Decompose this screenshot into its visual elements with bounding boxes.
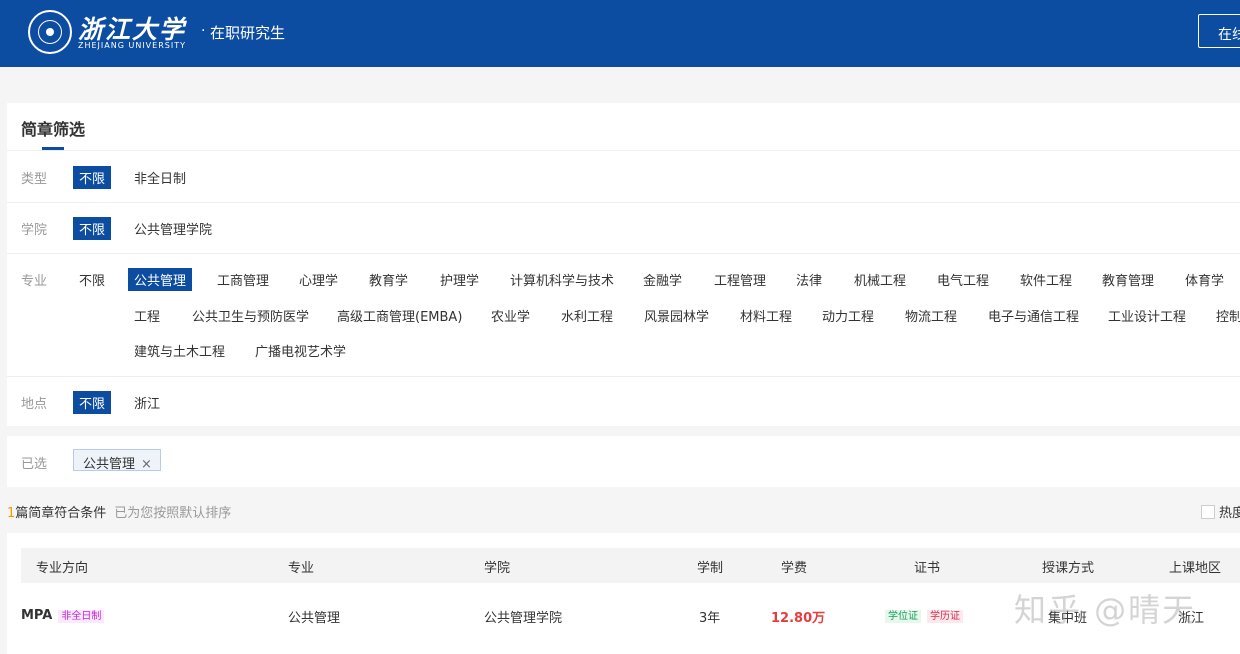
online-button[interactable]: 在线 (1198, 14, 1240, 48)
major-option[interactable]: 公共卫生与预防医学 (192, 306, 309, 325)
row-certificates: 学位证 学历证 (879, 607, 963, 623)
zju-emblem-icon[interactable] (28, 10, 72, 54)
type-label: 类型 (21, 172, 48, 187)
row-direction[interactable]: MPA 非全日制 (21, 607, 105, 623)
major-option[interactable]: 动力工程 (822, 306, 874, 325)
location-label: 地点 (21, 397, 48, 412)
column-header: 上课地区 (1169, 561, 1222, 576)
major-option[interactable]: 风景园林学 (644, 306, 709, 325)
header-separator: · (201, 23, 206, 39)
type-option-all[interactable]: 不限 (73, 166, 112, 189)
site-header: 浙江大学 ZHEJIANG UNIVERSITY · 在职研究生 在线 (0, 0, 1240, 67)
major-option[interactable]: 材料工程 (740, 306, 792, 325)
popularity-checkbox[interactable] (1201, 505, 1215, 519)
selected-filters-row (7, 436, 1240, 487)
major-option[interactable]: 电气工程 (937, 270, 989, 289)
filter-title: 简章筛选 (21, 120, 86, 139)
column-header: 专业 (288, 561, 315, 576)
selected-tag[interactable]: 公共管理 × (73, 449, 161, 472)
selected-tag-label: 公共管理 (83, 457, 136, 472)
major-option[interactable]: 教育管理 (1102, 270, 1154, 289)
divider (7, 253, 1240, 254)
major-option[interactable]: 金融学 (643, 270, 682, 289)
major-option[interactable]: 工程 (134, 306, 160, 325)
column-header: 学制 (697, 561, 724, 576)
logo-en: ZHEJIANG UNIVERSITY (78, 41, 186, 50)
divider (7, 150, 1240, 151)
row-college: 公共管理学院 (484, 611, 563, 626)
major-option-selected[interactable]: 公共管理 (128, 268, 193, 291)
college-label: 学院 (21, 223, 48, 238)
row-major: 公共管理 (288, 611, 341, 626)
direction-name[interactable]: MPA (21, 608, 52, 623)
column-header: 证书 (914, 561, 941, 576)
major-option[interactable]: 物流工程 (905, 306, 957, 325)
major-option[interactable]: 农业学 (491, 306, 530, 325)
degree-cert-badge: 学位证 (885, 610, 921, 623)
major-option[interactable]: 法律 (796, 270, 822, 289)
location-option-zhejiang[interactable]: 浙江 (134, 393, 160, 412)
location-option-all[interactable]: 不限 (73, 391, 112, 414)
sort-by-popularity[interactable]: 热度 (1201, 502, 1240, 521)
major-option[interactable]: 控制 (1216, 306, 1240, 325)
major-option[interactable]: 工程管理 (714, 270, 766, 289)
popularity-label: 热度 (1219, 506, 1240, 521)
selected-label: 已选 (21, 457, 48, 472)
major-option[interactable]: 软件工程 (1020, 270, 1072, 289)
type-option-parttime[interactable]: 非全日制 (134, 168, 186, 187)
column-header: 学费 (781, 561, 808, 576)
result-text: 篇简章符合条件 (15, 506, 107, 521)
header-title: 在职研究生 (210, 24, 286, 42)
major-option[interactable]: 建筑与土木工程 (134, 341, 225, 360)
major-option[interactable]: 水利工程 (561, 306, 613, 325)
major-option[interactable]: 计算机科学与技术 (510, 270, 614, 289)
sort-hint: 已为您按照默认排序 (114, 506, 232, 521)
row-fee: 12.80万 (771, 611, 826, 626)
major-label: 专业 (21, 274, 48, 289)
major-option[interactable]: 体育学 (1185, 270, 1224, 289)
result-summary: 1篇简章符合条件 已为您按照默认排序 (7, 502, 231, 521)
diploma-cert-badge: 学历证 (927, 610, 963, 623)
filter-panel (7, 103, 1240, 426)
divider (7, 202, 1240, 203)
zhihu-watermark: 知乎 @晴天 (1014, 591, 1197, 629)
major-option[interactable]: 机械工程 (854, 270, 906, 289)
major-option[interactable]: 不限 (79, 270, 105, 289)
divider (7, 376, 1240, 377)
major-option[interactable]: 心理学 (299, 270, 338, 289)
major-option[interactable]: 工商管理 (217, 270, 269, 289)
college-option-all[interactable]: 不限 (73, 217, 112, 240)
column-header: 授课方式 (1042, 561, 1095, 576)
close-icon[interactable]: × (141, 457, 152, 472)
major-option[interactable]: 广播电视艺术学 (255, 341, 346, 360)
column-header: 学院 (484, 561, 511, 576)
major-option[interactable]: 高级工商管理(EMBA) (337, 306, 462, 325)
row-duration: 3年 (699, 611, 721, 626)
major-option[interactable]: 电子与通信工程 (988, 306, 1079, 325)
study-type-badge: 非全日制 (58, 610, 105, 623)
college-option-public-admin[interactable]: 公共管理学院 (134, 219, 212, 238)
major-option[interactable]: 护理学 (440, 270, 479, 289)
column-header: 专业方向 (36, 561, 89, 576)
major-option[interactable]: 工业设计工程 (1108, 306, 1186, 325)
major-option[interactable]: 教育学 (369, 270, 408, 289)
